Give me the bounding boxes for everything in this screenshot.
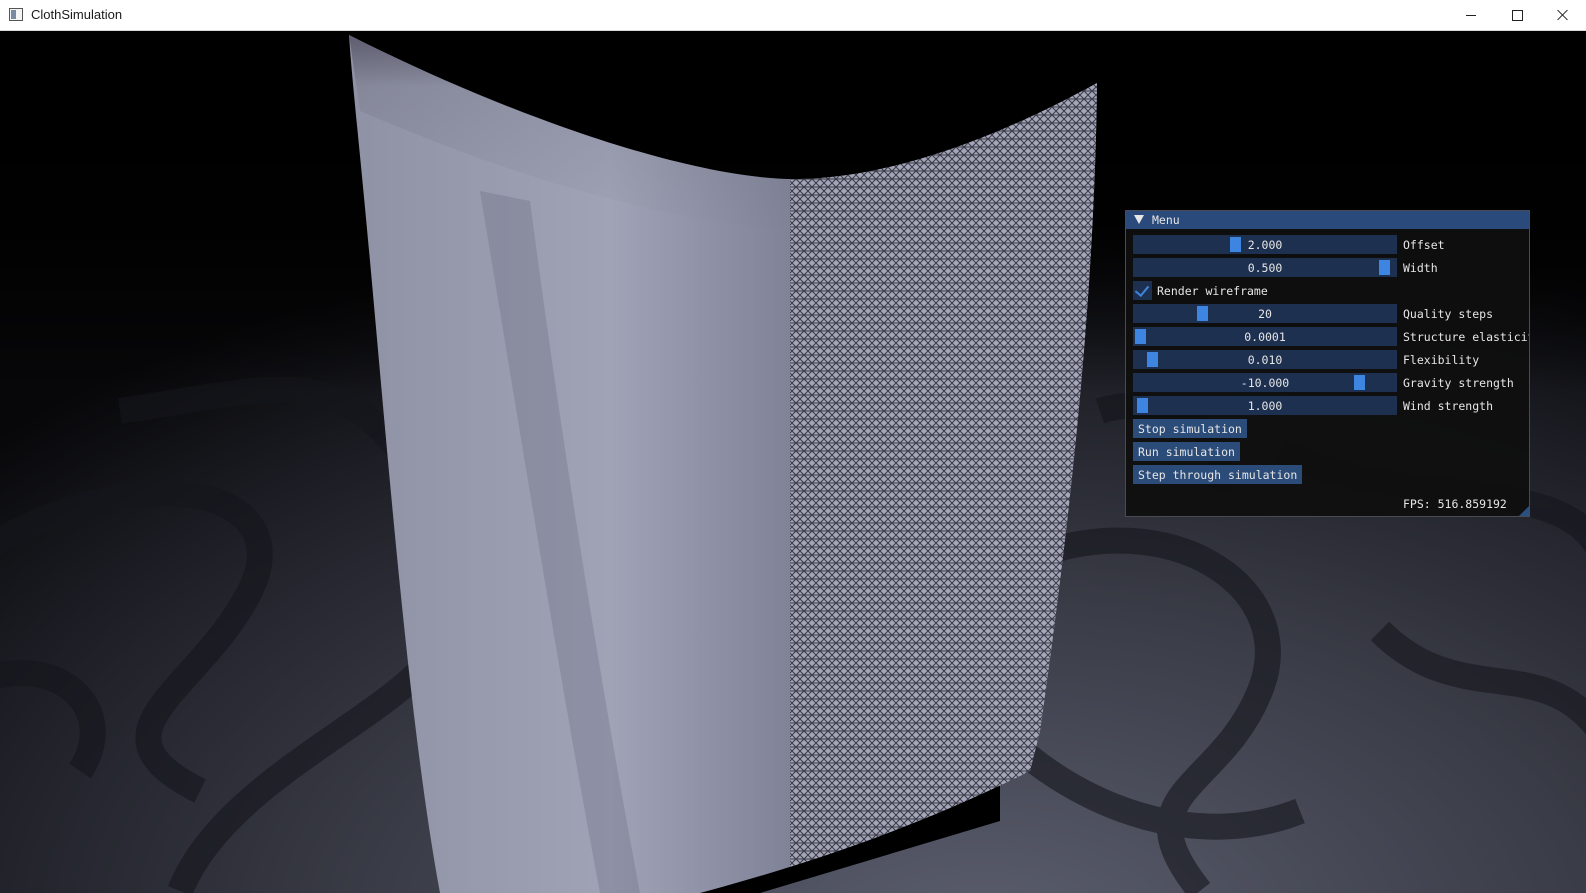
close-button[interactable] xyxy=(1540,0,1586,30)
wind-strength-slider[interactable]: 1.000 xyxy=(1133,396,1397,415)
slider-label: Structure elasticit xyxy=(1403,330,1530,344)
offset-slider[interactable]: 2.000 xyxy=(1133,235,1397,254)
menu-title-bar[interactable]: Menu xyxy=(1126,211,1529,229)
slider-value: 2.000 xyxy=(1247,238,1283,252)
menu-panel[interactable]: Menu 2.000 Offset 0.500 Width Render wir… xyxy=(1125,210,1530,517)
maximize-icon xyxy=(1511,9,1523,21)
slider-label: Quality steps xyxy=(1403,307,1494,321)
checkmark-icon xyxy=(1134,281,1150,298)
resize-grip[interactable] xyxy=(1519,506,1529,516)
close-icon xyxy=(1557,9,1569,21)
window-title: ClothSimulation xyxy=(31,7,123,22)
minimize-icon xyxy=(1466,14,1476,16)
slider-label: Offset xyxy=(1403,238,1445,252)
slider-value: 0.0001 xyxy=(1244,330,1286,344)
quality-steps-slider[interactable]: 20 xyxy=(1133,304,1397,323)
minimize-button[interactable] xyxy=(1448,0,1494,30)
slider-label: Gravity strength xyxy=(1403,376,1514,390)
slider-value: 0.010 xyxy=(1247,353,1283,367)
app-icon xyxy=(9,8,23,21)
slider-value: 0.500 xyxy=(1247,261,1283,275)
maximize-button[interactable] xyxy=(1494,0,1540,30)
menu-title: Menu xyxy=(1152,213,1180,227)
slider-label: Width xyxy=(1403,261,1438,275)
run-simulation-button[interactable]: Run simulation xyxy=(1133,442,1240,461)
slider-label: Wind strength xyxy=(1403,399,1494,413)
step-through-simulation-button[interactable]: Step through simulation xyxy=(1133,465,1303,484)
app-window: ClothSimulation Menu 2.000 Offset 0.500 … xyxy=(0,0,1586,893)
collapse-arrow-icon[interactable] xyxy=(1134,215,1144,224)
checkbox-label: Render wireframe xyxy=(1157,284,1268,298)
slider-value: 1.000 xyxy=(1247,399,1283,413)
slider-value: 20 xyxy=(1258,307,1272,321)
flexibility-slider[interactable]: 0.010 xyxy=(1133,350,1397,369)
stop-simulation-button[interactable]: Stop simulation xyxy=(1133,419,1247,438)
title-bar[interactable]: ClothSimulation xyxy=(0,0,1586,31)
render-wireframe-checkbox[interactable] xyxy=(1133,281,1152,300)
slider-label: Flexibility xyxy=(1403,353,1480,367)
fps-readout: FPS: 516.859192 xyxy=(1403,497,1507,511)
gravity-strength-slider[interactable]: -10.000 xyxy=(1133,373,1397,392)
width-slider[interactable]: 0.500 xyxy=(1133,258,1397,277)
structure-elasticity-slider[interactable]: 0.0001 xyxy=(1133,327,1397,346)
slider-value: -10.000 xyxy=(1240,376,1290,390)
